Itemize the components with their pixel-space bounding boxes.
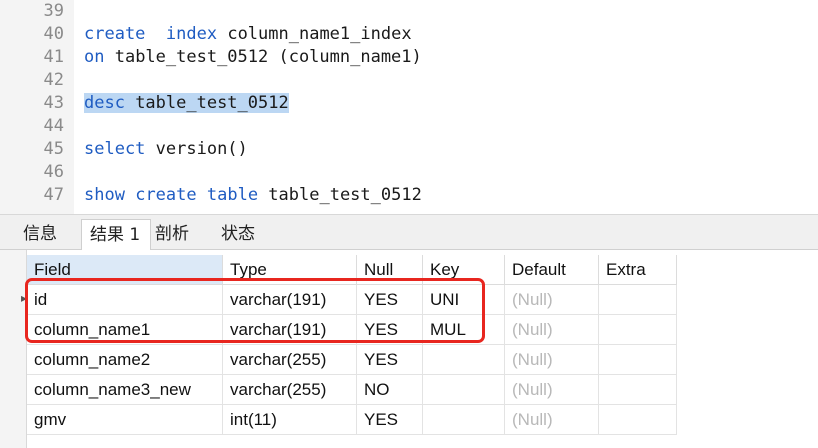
code-text: on table_test_0512 (column_name1) bbox=[84, 46, 422, 69]
table-cell[interactable]: YES bbox=[357, 405, 423, 435]
row-selector-gutter[interactable] bbox=[0, 250, 27, 448]
table-cell[interactable]: (Null) bbox=[505, 345, 599, 375]
tab-label: 结果 1 bbox=[90, 225, 141, 245]
line-number: 39 bbox=[43, 1, 64, 21]
code-text: desc table_test_0512 bbox=[84, 92, 289, 115]
table-cell[interactable]: varchar(255) bbox=[223, 345, 357, 375]
table-cell[interactable] bbox=[599, 345, 677, 375]
result-tab-bar: 信息 结果 1 剖析 状态 bbox=[0, 214, 818, 250]
code-line[interactable]: 45 select version() bbox=[0, 138, 818, 161]
table-cell[interactable]: NO bbox=[357, 375, 423, 405]
highlight-annotation-box bbox=[25, 278, 485, 343]
table-cell[interactable] bbox=[423, 345, 505, 375]
sql-keyword: table bbox=[206, 185, 259, 205]
table-cell[interactable]: column_name2 bbox=[27, 345, 223, 375]
sql-keyword: desc bbox=[84, 93, 125, 113]
table-cell[interactable]: (Null) bbox=[505, 285, 599, 315]
table-cell[interactable] bbox=[423, 405, 505, 435]
sql-text: table_test_0512 (column_name1) bbox=[104, 47, 422, 67]
line-number: 44 bbox=[43, 116, 64, 136]
sql-text: table_test_0512 bbox=[124, 93, 289, 113]
code-text: select version() bbox=[84, 138, 248, 161]
code-text: show create table table_test_0512 bbox=[84, 184, 422, 207]
sql-keyword: on bbox=[84, 47, 105, 67]
code-line[interactable]: 42 bbox=[0, 69, 818, 92]
sql-text: table_test_0512 bbox=[258, 185, 422, 205]
column-header[interactable]: Default bbox=[505, 255, 599, 285]
sql-text: version() bbox=[145, 139, 248, 159]
code-line[interactable]: 39 bbox=[0, 0, 818, 23]
table-cell[interactable] bbox=[599, 285, 677, 315]
code-line[interactable]: 43 desc table_test_0512 bbox=[0, 92, 818, 115]
table-cell[interactable] bbox=[599, 405, 677, 435]
tab-2[interactable]: 结果 1 bbox=[81, 219, 151, 250]
table-cell[interactable]: (Null) bbox=[505, 315, 599, 345]
sql-keyword: select bbox=[84, 139, 146, 159]
table-cell[interactable] bbox=[599, 375, 677, 405]
table-cell[interactable] bbox=[423, 375, 505, 405]
tab-1[interactable]: 信息 bbox=[0, 219, 66, 250]
line-number: 47 bbox=[43, 185, 64, 205]
sql-keyword: index bbox=[165, 24, 218, 44]
table-cell[interactable]: YES bbox=[357, 345, 423, 375]
table-cell[interactable]: int(11) bbox=[223, 405, 357, 435]
table-cell[interactable]: (Null) bbox=[505, 405, 599, 435]
code-text: create index column_name1_index bbox=[84, 23, 412, 46]
sql-keyword: create bbox=[135, 185, 197, 205]
code-line[interactable]: 40 create index column_name1_index bbox=[0, 23, 818, 46]
table-cell[interactable]: varchar(255) bbox=[223, 375, 357, 405]
code-line[interactable]: 47 show create table table_test_0512 bbox=[0, 184, 818, 207]
line-number: 43 bbox=[43, 93, 64, 113]
line-number: 45 bbox=[43, 139, 64, 159]
code-line[interactable]: 46 bbox=[0, 161, 818, 184]
code-line[interactable]: 44 bbox=[0, 115, 818, 138]
line-number: 40 bbox=[43, 24, 64, 44]
table-cell[interactable] bbox=[599, 315, 677, 345]
sql-editor[interactable]: 39 40 create index column_name1_index 41 on … bbox=[0, 0, 818, 214]
table-cell[interactable]: (Null) bbox=[505, 375, 599, 405]
tab-label: 状态 bbox=[221, 224, 255, 244]
sql-text: column_name1_index bbox=[217, 24, 412, 44]
tab-3[interactable]: 剖析 bbox=[151, 219, 215, 250]
table-cell[interactable]: column_name3_new bbox=[27, 375, 223, 405]
sql-keyword: show bbox=[84, 185, 125, 205]
line-number: 42 bbox=[43, 70, 64, 90]
column-header[interactable]: Extra bbox=[599, 255, 677, 285]
tab-label: 剖析 bbox=[155, 224, 189, 244]
sql-keyword: create bbox=[84, 24, 146, 44]
code-line[interactable]: 41 on table_test_0512 (column_name1) bbox=[0, 46, 818, 69]
tab-4[interactable]: 状态 bbox=[214, 219, 280, 250]
line-number: 46 bbox=[43, 162, 64, 182]
table-cell[interactable]: gmv bbox=[27, 405, 223, 435]
tab-label: 信息 bbox=[23, 224, 57, 244]
line-number: 41 bbox=[43, 47, 64, 67]
